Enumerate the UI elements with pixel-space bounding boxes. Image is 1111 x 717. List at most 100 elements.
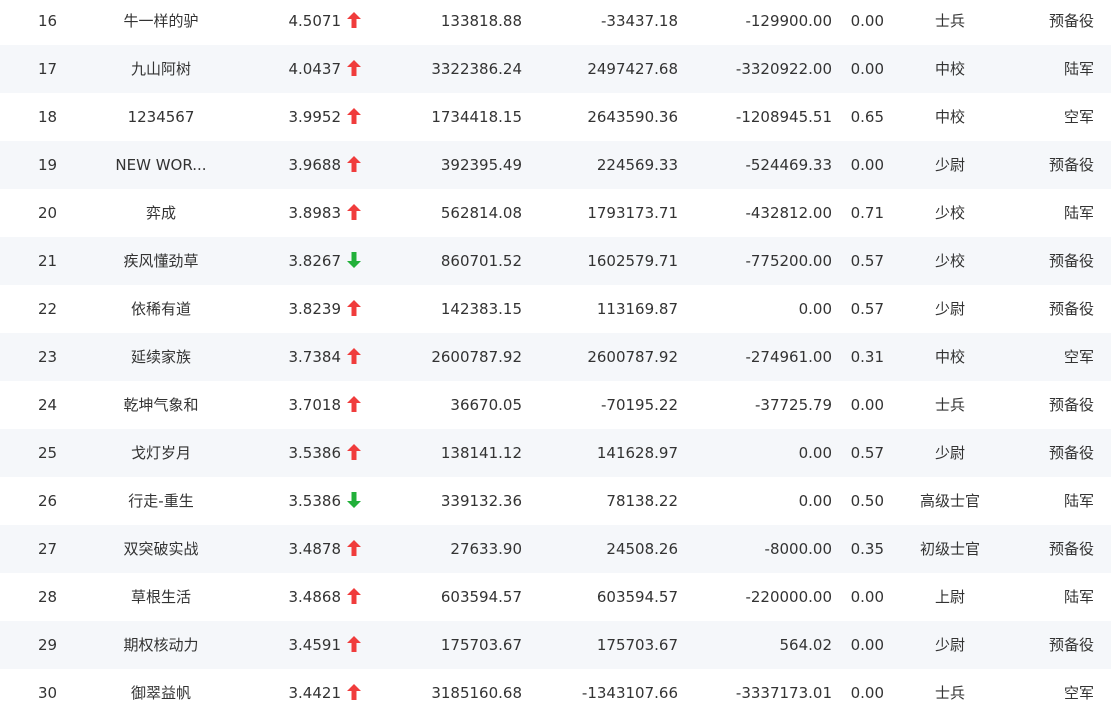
rank-cell: 19 [37, 156, 58, 174]
value2-cell: 24508.26 [606, 540, 678, 558]
arrow-down-icon [347, 251, 361, 268]
rank-cell: 22 [37, 300, 58, 318]
name-cell: 1234567 [127, 108, 195, 126]
value2-cell: 1793173.71 [587, 204, 678, 222]
arrow-up-icon [347, 11, 361, 28]
rank-title-cell: 少尉 [934, 636, 965, 654]
name-cell: 草根生活 [130, 588, 191, 606]
name-cell: 御翠益帆 [130, 684, 191, 702]
table-row[interactable]: 25 戈灯岁月 3.5386 138141.12 141628.97 0.00 0.57 少尉… [0, 429, 1111, 477]
ratio-cell: 0.00 [850, 60, 884, 78]
ratio-cell: 0.00 [850, 12, 884, 30]
rank-cell: 17 [37, 60, 58, 78]
arrow-up-icon [347, 395, 361, 412]
rank-cell: 23 [37, 348, 58, 366]
ratio-cell: 0.00 [850, 636, 884, 654]
table-row[interactable]: 20 弈成 3.8983 562814.08 1793173.71 -432812.00 0… [0, 189, 1111, 237]
rank-cell: 24 [37, 396, 58, 414]
table-row[interactable]: 18 1234567 3.9952 1734418.15 2643590.36 -1208… [0, 93, 1111, 141]
rank-cell: 16 [37, 12, 58, 30]
score-cell: 3.8983 [288, 204, 342, 222]
value2-cell: 78138.22 [606, 492, 678, 510]
name-cell: 期权核动力 [123, 636, 199, 654]
ratio-cell: 0.00 [850, 684, 884, 702]
table-row[interactable]: 21 疾风懂劲草 3.8267 860701.52 1602579.71 -775200.… [0, 237, 1111, 285]
arrow-up-icon [347, 107, 361, 124]
table-row[interactable]: 22 依稀有道 3.8239 142383.15 113169.87 0.00 0.57 少尉… [0, 285, 1111, 333]
score-cell: 4.5071 [288, 12, 342, 30]
value3-cell: -8000.00 [764, 540, 832, 558]
branch-cell: 预备役 [1048, 300, 1094, 318]
table-row[interactable]: 27 双突破实战 3.4878 27633.90 24508.26 -8000.00 0.3… [0, 525, 1111, 573]
name-cell: 延续家族 [130, 348, 191, 366]
score-cell: 3.5386 [288, 444, 342, 462]
rank-cell: 20 [37, 204, 58, 222]
trend-cell [347, 141, 369, 189]
rank-title-cell: 少尉 [934, 444, 965, 462]
score-cell: 3.8239 [288, 300, 342, 318]
score-cell: 3.7018 [288, 396, 342, 414]
branch-cell: 预备役 [1048, 396, 1094, 414]
arrow-up-icon [347, 155, 361, 172]
value2-cell: 2497427.68 [587, 60, 678, 78]
rank-cell: 18 [37, 108, 58, 126]
value3-cell: 0.00 [798, 300, 832, 318]
value1-cell: 175703.67 [440, 636, 522, 654]
table-row[interactable]: 24 乾坤气象和 3.7018 36670.05 -70195.22 -37725.79 0… [0, 381, 1111, 429]
arrow-up-icon [347, 59, 361, 76]
table-row[interactable]: 23 延续家族 3.7384 2600787.92 2600787.92 -274961.… [0, 333, 1111, 381]
rank-cell: 29 [37, 636, 58, 654]
name-cell: 疾风懂劲草 [123, 252, 199, 270]
score-cell: 3.9952 [288, 108, 342, 126]
value3-cell: 0.00 [798, 492, 832, 510]
ratio-cell: 0.00 [850, 156, 884, 174]
trend-cell [347, 237, 369, 285]
value2-cell: 2600787.92 [587, 348, 678, 366]
ratio-cell: 0.00 [850, 396, 884, 414]
value1-cell: 133818.88 [440, 12, 522, 30]
value3-cell: -775200.00 [745, 252, 832, 270]
value1-cell: 27633.90 [450, 540, 522, 558]
branch-cell: 预备役 [1048, 444, 1094, 462]
ratio-cell: 0.71 [850, 204, 884, 222]
rank-cell: 25 [37, 444, 58, 462]
value2-cell: 113169.87 [596, 300, 678, 318]
branch-cell: 空军 [1063, 684, 1094, 702]
ratio-cell: 0.65 [850, 108, 884, 126]
score-cell: 3.4421 [288, 684, 342, 702]
table-row[interactable]: 19 NEW WOR... 3.9688 392395.49 224569.33 -524… [0, 141, 1111, 189]
table-row[interactable]: 16 牛一样的驴 4.5071 133818.88 -33437.18 -129900.0… [0, 0, 1111, 45]
rank-title-cell: 初级士官 [919, 540, 980, 558]
arrow-up-icon [347, 539, 361, 556]
score-cell: 3.7384 [288, 348, 342, 366]
branch-cell: 陆军 [1063, 492, 1094, 510]
branch-cell: 预备役 [1048, 540, 1094, 558]
rank-cell: 27 [37, 540, 58, 558]
branch-cell: 空军 [1063, 108, 1094, 126]
value3-cell: -432812.00 [745, 204, 832, 222]
name-cell: 乾坤气象和 [123, 396, 199, 414]
value2-cell: 1602579.71 [587, 252, 678, 270]
rank-cell: 28 [37, 588, 58, 606]
rank-title-cell: 中校 [934, 60, 965, 78]
value1-cell: 138141.12 [440, 444, 522, 462]
table-row[interactable]: 17 九山阿树 4.0437 3322386.24 2497427.68 -3320922… [0, 45, 1111, 93]
name-cell: NEW WOR... [115, 156, 207, 174]
rank-title-cell: 中校 [934, 348, 965, 366]
trend-cell [347, 333, 369, 381]
table-row[interactable]: 30 御翠益帆 3.4421 3185160.68 -1343107.66 -333717… [0, 669, 1111, 717]
arrow-up-icon [347, 299, 361, 316]
table-row[interactable]: 26 行走-重生 3.5386 339132.36 78138.22 0.00 0.50 高级… [0, 477, 1111, 525]
arrow-up-icon [347, 443, 361, 460]
trend-cell [347, 45, 369, 93]
value2-cell: -33437.18 [601, 12, 678, 30]
arrow-up-icon [347, 203, 361, 220]
table-row[interactable]: 29 期权核动力 3.4591 175703.67 175703.67 564.02 0.0… [0, 621, 1111, 669]
table-row[interactable]: 28 草根生活 3.4868 603594.57 603594.57 -220000.00… [0, 573, 1111, 621]
rank-cell: 30 [37, 684, 58, 702]
name-cell: 九山阿树 [130, 60, 191, 78]
value3-cell: -524469.33 [745, 156, 832, 174]
score-cell: 4.0437 [288, 60, 342, 78]
rank-cell: 26 [37, 492, 58, 510]
name-cell: 戈灯岁月 [130, 444, 191, 462]
